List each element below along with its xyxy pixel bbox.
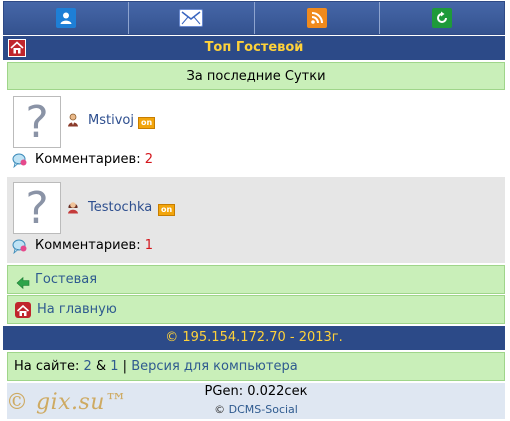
refresh-icon [431,8,452,28]
mail-icon [179,9,204,27]
online-guests-link[interactable]: 1 [110,359,118,374]
comments-number: 2 [144,152,153,167]
nav-mail-button[interactable] [129,2,255,34]
avatar: ? [13,96,61,148]
arrow-left-icon [16,273,30,290]
online-users-link[interactable]: 2 [84,359,92,374]
comments-icon [12,152,28,169]
engine-link[interactable]: DCMS-Social [229,403,298,416]
comments-label: Комментариев: [35,238,141,253]
comments-count: Комментариев: 1 [35,238,153,253]
user-female-icon [66,200,80,214]
guestbook-link-label: Гостевая [35,272,98,287]
period-heading: За последние Сутки [7,62,505,90]
home-icon [15,302,31,318]
watermark: © gix.su™ [6,390,128,415]
online-amp: & [95,359,107,374]
page-title: Топ Гостевой [204,40,304,55]
comments-count: Комментариев: 2 [35,152,153,167]
comments-number: 1 [144,238,153,253]
nav-rss-button[interactable] [254,2,380,34]
online-badge: on [158,204,176,216]
home-link[interactable]: На главную [7,295,505,324]
online-badge: on [138,117,156,129]
copyright-bar: © 195.154.172.70 - 2013г. [3,326,505,350]
list-item: ? Mstivoj on Комментариев: 2 [7,90,505,177]
top-nav [3,1,505,35]
avatar: ? [13,182,61,234]
guestbook-link[interactable]: Гостевая [7,265,505,294]
comments-icon [12,238,28,255]
copyright-sign: © [214,403,226,416]
user-male-icon [66,113,80,127]
desktop-version-link[interactable]: Версия для компьютера [131,359,297,374]
title-bar: Топ Гостевой [3,36,505,60]
rss-icon [306,8,327,28]
comments-label: Комментариев: [35,152,141,167]
user-link[interactable]: Testochka [88,200,152,215]
online-stats: На сайте: 2 & 1 | Версия для компьютера [7,352,505,381]
nav-refresh-button[interactable] [379,2,504,34]
home-link-label: На главную [37,302,117,317]
nav-profile-button[interactable] [4,2,130,34]
online-label: На сайте: [14,359,80,374]
user-icon [56,8,77,28]
user-link[interactable]: Mstivoj [88,113,134,128]
separator: | [122,359,128,374]
list-item: ? Testochka on Комментариев: 1 [7,177,505,263]
